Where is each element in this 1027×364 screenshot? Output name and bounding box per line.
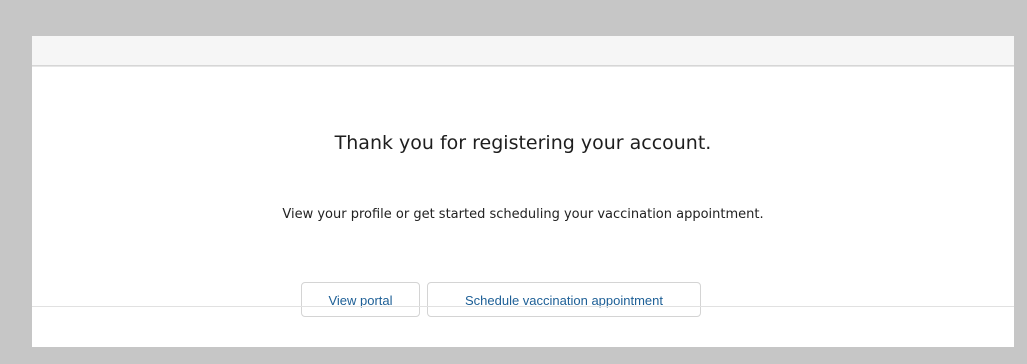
confirmation-content: Thank you for registering your account. … <box>32 67 1014 317</box>
confirmation-heading: Thank you for registering your account. <box>334 132 712 154</box>
registration-confirmation-card: Thank you for registering your account. … <box>32 36 1014 347</box>
confirmation-subtext: View your profile or get started schedul… <box>282 207 764 222</box>
schedule-vaccination-appointment-button[interactable]: Schedule vaccination appointment <box>427 282 701 317</box>
view-portal-button[interactable]: View portal <box>301 282 420 317</box>
bottom-divider <box>32 306 1014 307</box>
top-bar <box>32 36 1014 66</box>
